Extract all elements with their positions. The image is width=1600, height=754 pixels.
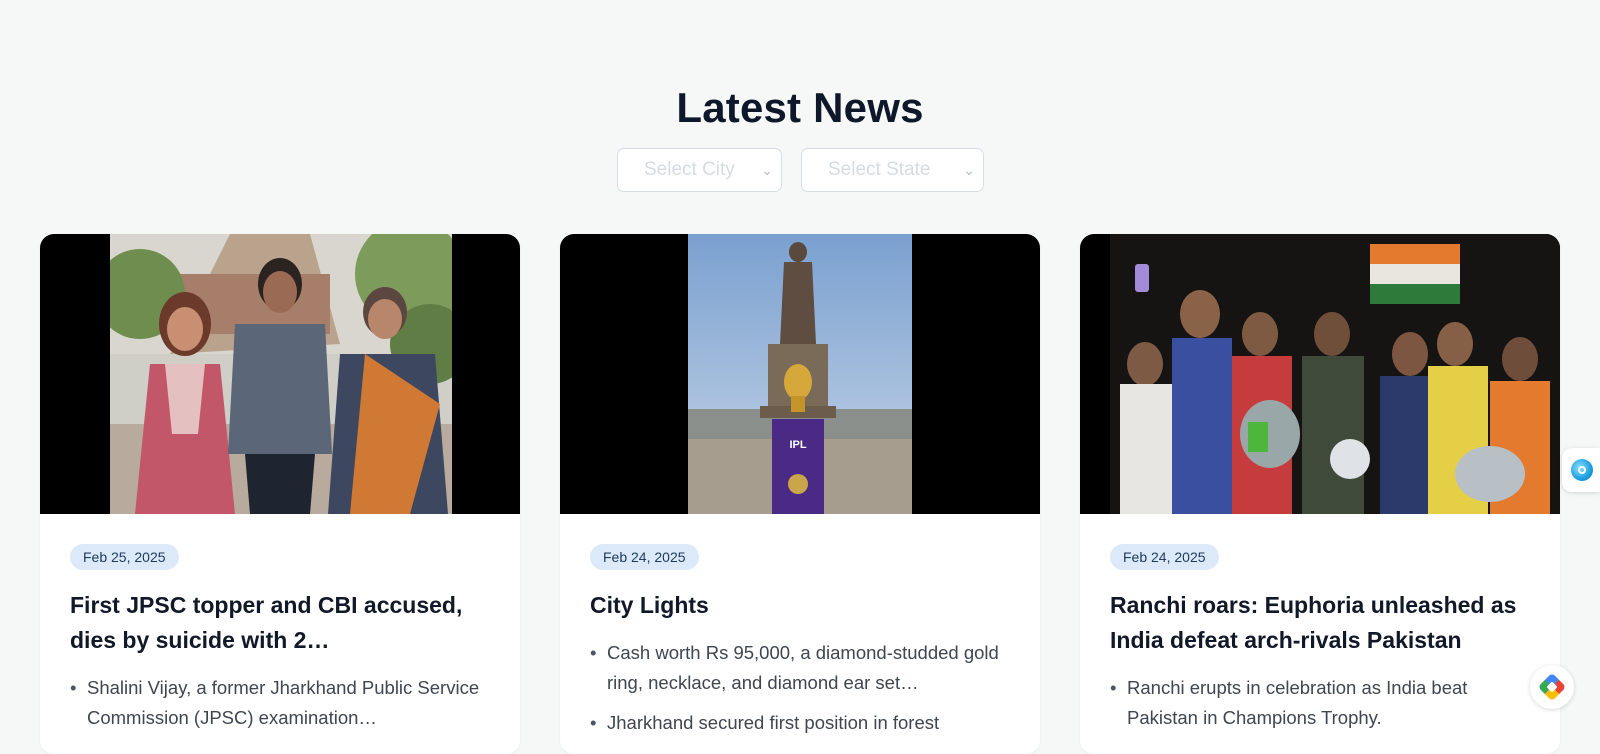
news-card-title[interactable]: City Lights (590, 588, 1010, 623)
date-badge: Feb 25, 2025 (70, 544, 179, 570)
list-item: Ranchi erupts in celebration as India be… (1110, 673, 1530, 733)
news-summary-list: Ranchi erupts in celebration as India be… (1110, 673, 1530, 733)
chevron-down-icon: ⌄ (963, 162, 975, 178)
news-card-image[interactable] (40, 234, 520, 514)
state-select[interactable]: Select State ⌄ (801, 148, 984, 192)
news-card-title[interactable]: First JPSC topper and CBI accused, dies … (70, 588, 490, 658)
news-photo-people (110, 234, 452, 514)
assistant-side-tab[interactable] (1562, 448, 1600, 492)
news-photo-statue-trophy: IPL (688, 234, 912, 514)
filter-bar: Select City ⌄ Select State ⌄ (0, 148, 1600, 194)
news-photo-celebration-crowd (1110, 234, 1560, 514)
list-item: Shalini Vijay, a former Jharkhand Public… (70, 673, 490, 733)
city-select-placeholder: Select City (644, 159, 735, 180)
list-item: Cash worth Rs 95,000, a diamond-studded … (590, 638, 1010, 698)
chevron-down-icon: ⌄ (761, 162, 773, 178)
news-card[interactable]: Feb 25, 2025 First JPSC topper and CBI a… (40, 234, 520, 754)
gemini-diamond-icon (1537, 672, 1567, 702)
news-card[interactable]: IPL Feb 24, 2025 City Lights Cash worth … (560, 234, 1040, 754)
ipl-logo-text: IPL (789, 439, 806, 451)
date-badge: Feb 24, 2025 (1110, 544, 1219, 570)
news-card-image[interactable]: IPL (560, 234, 1040, 514)
state-select-placeholder: Select State (828, 159, 931, 180)
news-card-image[interactable] (1080, 234, 1560, 514)
assistant-orb-icon (1571, 459, 1593, 481)
news-summary-list: Cash worth Rs 95,000, a diamond-studded … (590, 638, 1010, 738)
news-card[interactable]: Feb 24, 2025 Ranchi roars: Euphoria unle… (1080, 234, 1560, 754)
list-item: Jharkhand secured first position in fore… (590, 708, 1010, 738)
floating-action-button[interactable] (1530, 665, 1574, 709)
news-summary-list: Shalini Vijay, a former Jharkhand Public… (70, 673, 490, 733)
city-select[interactable]: Select City ⌄ (617, 148, 782, 192)
date-badge: Feb 24, 2025 (590, 544, 699, 570)
news-card-title[interactable]: Ranchi roars: Euphoria unleashed as Indi… (1110, 588, 1530, 658)
page-title: Latest News (676, 84, 924, 132)
